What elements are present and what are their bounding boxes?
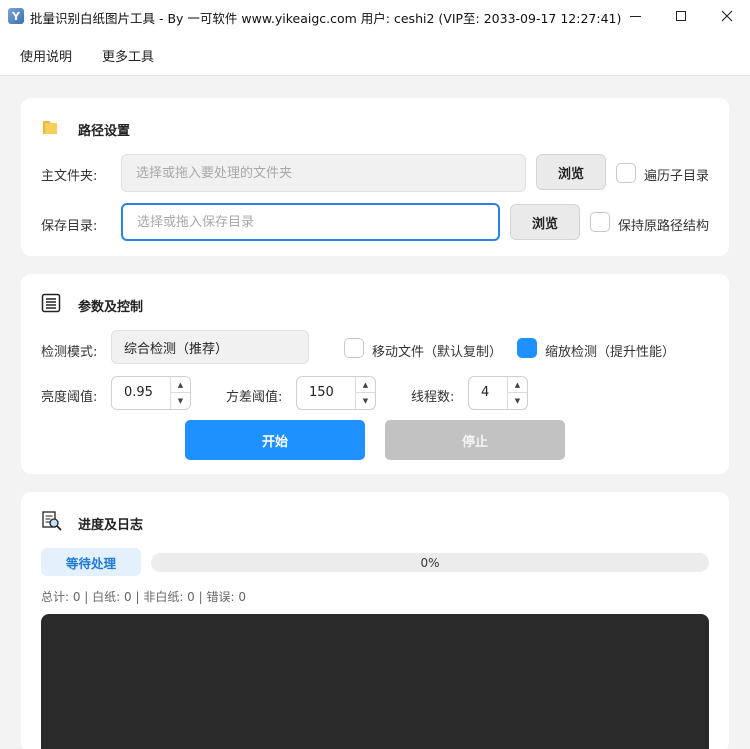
brightness-value: 0.95 (124, 385, 153, 400)
list-icon (41, 293, 61, 313)
traverse-subdirs-checkbox[interactable] (616, 163, 636, 183)
threads-increment-button[interactable]: ▲ (508, 377, 527, 393)
mode-select[interactable]: 综合检测（推荐） (111, 330, 309, 364)
progress-log-panel: 进度及日志 等待处理 0% 总计: 0 | 白纸: 0 | 非白纸: 0 | 错… (21, 492, 729, 749)
threads-spinbox[interactable]: 4 ▲ ▼ (468, 376, 528, 410)
threads-stepper: ▲ ▼ (507, 377, 527, 409)
brightness-label: 亮度阈值: (41, 390, 98, 405)
variance-spinbox[interactable]: 150 ▲ ▼ (296, 376, 376, 410)
close-icon (721, 10, 733, 22)
brightness-spinbox[interactable]: 0.95 ▲ ▼ (111, 376, 191, 410)
variance-label: 方差阈值: (226, 390, 283, 405)
scale-detect-label: 缩放检测（提升性能） (545, 345, 676, 360)
save-dir-browse-button[interactable]: 浏览 (510, 204, 580, 240)
log-search-icon (42, 511, 62, 531)
params-control-title: 参数及控制 (78, 300, 144, 315)
log-output[interactable] (41, 614, 709, 749)
threads-label: 线程数: (411, 390, 455, 405)
main-folder-input[interactable] (121, 154, 526, 192)
path-settings-panel: 路径设置 主文件夹: 浏览 遍历子目录 保存目录: 浏览 保持原路径结构 (21, 98, 729, 256)
status-badge: 等待处理 (41, 548, 141, 576)
threads-decrement-button[interactable]: ▼ (508, 393, 527, 409)
brightness-decrement-button[interactable]: ▼ (171, 393, 190, 409)
main-folder-browse-button[interactable]: 浏览 (536, 154, 606, 190)
app-icon: Y (8, 8, 24, 24)
path-settings-title: 路径设置 (78, 124, 131, 139)
save-dir-input[interactable] (121, 203, 500, 241)
menu-bar: 使用说明 更多工具 (0, 32, 750, 76)
minimize-icon (629, 15, 641, 17)
scale-detect-checkbox[interactable] (517, 338, 537, 358)
close-button[interactable] (704, 0, 750, 32)
main-folder-label: 主文件夹: (41, 169, 98, 184)
save-dir-label: 保存目录: (41, 219, 98, 234)
window-title: 批量识别白纸图片工具 - By 一可软件 www.yikeaigc.com 用户… (30, 11, 622, 26)
menu-item-more-tools[interactable]: 更多工具 (102, 46, 154, 65)
params-control-panel: 参数及控制 检测模式: 综合检测（推荐） 移动文件（默认复制） 缩放检测（提升性… (21, 274, 729, 474)
move-files-checkbox[interactable] (344, 338, 364, 358)
traverse-subdirs-label: 遍历子目录 (644, 169, 710, 184)
keep-structure-label: 保持原路径结构 (618, 219, 710, 234)
brightness-increment-button[interactable]: ▲ (171, 377, 190, 393)
threads-value: 4 (481, 385, 490, 400)
start-button[interactable]: 开始 (185, 420, 365, 460)
mode-label: 检测模式: (41, 345, 98, 360)
variance-value: 150 (309, 385, 334, 400)
variance-decrement-button[interactable]: ▼ (356, 393, 375, 409)
progress-log-title: 进度及日志 (78, 518, 144, 533)
stop-button[interactable]: 停止 (385, 420, 565, 460)
brightness-stepper: ▲ ▼ (170, 377, 190, 409)
progress-bar: 0% (151, 553, 709, 572)
folder-icon (43, 121, 57, 134)
title-bar: Y 批量识别白纸图片工具 - By 一可软件 www.yikeaigc.com … (0, 0, 750, 32)
minimize-button[interactable] (612, 0, 658, 32)
stats-text: 总计: 0 | 白纸: 0 | 非白纸: 0 | 错误: 0 (41, 590, 246, 604)
variance-increment-button[interactable]: ▲ (356, 377, 375, 393)
move-files-label: 移动文件（默认复制） (372, 345, 503, 360)
maximize-icon (676, 11, 686, 21)
menu-item-usage[interactable]: 使用说明 (20, 46, 72, 65)
progress-text: 0% (420, 555, 440, 570)
keep-structure-checkbox[interactable] (590, 212, 610, 232)
variance-stepper: ▲ ▼ (355, 377, 375, 409)
maximize-button[interactable] (658, 0, 704, 32)
